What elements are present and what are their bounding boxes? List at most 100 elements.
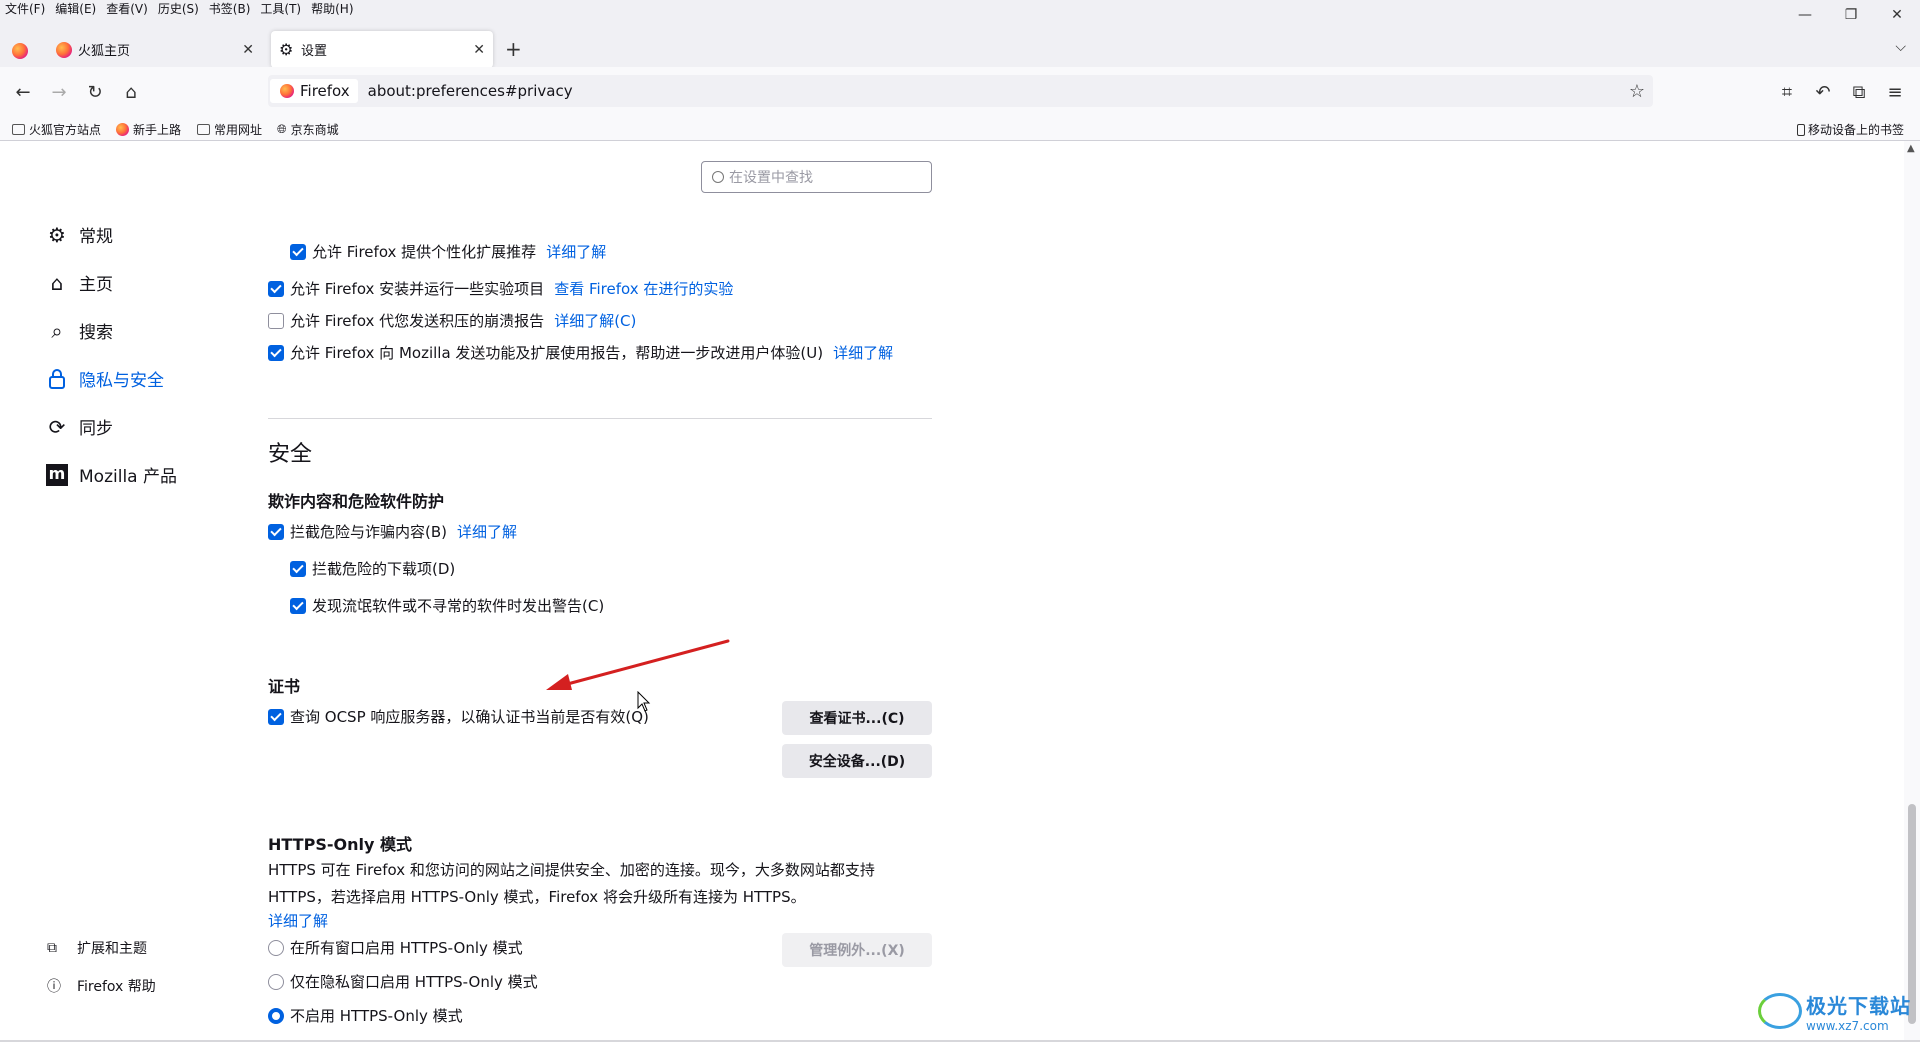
view-certificates-button[interactable]: 查看证书...(C) [782,701,932,735]
bookmark-label: 京东商城 [290,123,339,137]
category-home[interactable]: ⌂ 主页 [45,270,113,296]
minimize-icon[interactable]: — [1782,0,1828,30]
bookmark-label: 常用网址 [214,123,263,137]
radio-https-disabled[interactable]: 不启用 HTTPS-Only 模式 [268,1005,463,1026]
checkbox-crash-reports[interactable]: 允许 Firefox 代您发送积压的崩溃报告 详细了解(C) [268,310,636,331]
hamburger-menu-icon[interactable]: ≡ [1882,79,1908,105]
search-icon: ⌕ [51,318,63,343]
checkbox-block-dangerous[interactable]: 拦截危险与诈骗内容(B) 详细了解 [268,521,517,542]
footer-label: 扩展和主题 [77,941,147,957]
settings-search-input[interactable]: 在设置中查找 [701,161,932,193]
category-search[interactable]: ⌕ 搜索 [45,318,113,344]
footer-label: Firefox 帮助 [77,979,156,995]
firefox-help-link[interactable]: ⓘ Firefox 帮助 [47,976,156,996]
checkbox-block-downloads[interactable]: 拦截危险的下载项(D) [290,558,455,579]
extensions-icon[interactable]: ⧉ [1846,79,1872,105]
checkbox[interactable] [268,344,284,361]
navigation-bar: ← → ↻ ⌂ Firefox about:preferences#privac… [0,67,1920,117]
list-tabs-chevron-icon[interactable]: ⌵ [1895,39,1906,55]
learn-more-link[interactable]: 详细了解(C) [554,310,636,331]
checkbox-label: 允许 Firefox 代您发送积压的崩溃报告 [290,312,545,330]
menu-edit[interactable]: 编辑(E) [50,0,101,17]
checkbox[interactable] [268,708,284,725]
radio-label: 不启用 HTTPS-Only 模式 [290,1007,463,1025]
folder-icon [12,124,25,135]
view-studies-link[interactable]: 查看 Firefox 在进行的实验 [554,278,733,299]
radio-label: 仅在隐私窗口启用 HTTPS-Only 模式 [290,973,538,991]
checkbox-label: 允许 Firefox 安装并运行一些实验项目 [290,280,545,298]
bookmark-jd[interactable]: 🌐︎ 京东商城 [277,121,339,138]
category-privacy[interactable]: 隐私与安全 [45,366,164,391]
tab-firefox-home[interactable]: 火狐主页 ✕ [48,31,262,68]
scrollbar[interactable]: ▲ [1904,141,1920,1042]
radio[interactable] [268,939,284,956]
url-bar[interactable]: Firefox about:preferences#privacy ☆ [268,75,1653,107]
menu-history[interactable]: 历史(S) [153,0,204,17]
restore-icon[interactable]: ❐ [1828,0,1874,30]
bookmark-star-icon[interactable]: ☆ [1629,81,1645,102]
learn-more-link[interactable]: 详细了解 [546,241,606,262]
url-text[interactable]: about:preferences#privacy [368,82,573,100]
checkbox-studies[interactable]: 允许 Firefox 安装并运行一些实验项目 查看 Firefox 在进行的实验 [268,278,733,299]
tab-settings[interactable]: ⚙ 设置 ✕ [271,31,493,68]
close-tab-icon[interactable]: ✕ [242,42,254,58]
https-only-description: HTTPS 可在 Firefox 和您访问的网站之间提供安全、加密的连接。现今，… [268,857,908,911]
menu-bar: 文件(F) 编辑(E) 查看(V) 历史(S) 书签(B) 工具(T) 帮助(H… [0,0,1920,17]
learn-more-link[interactable]: 详细了解 [833,342,893,363]
https-learn-more-link[interactable]: 详细了解 [268,910,328,931]
category-general[interactable]: ⚙ 常规 [45,222,113,248]
new-tab-button[interactable]: + [505,37,522,61]
folder-icon [197,124,210,135]
identity-box[interactable]: Firefox [270,79,358,103]
forward-arrow-icon[interactable]: → [46,79,72,105]
checkbox-label: 拦截危险与诈骗内容(B) [290,523,447,541]
close-tab-icon[interactable]: ✕ [473,42,485,58]
sync-icon: ⟳ [48,414,66,439]
watermark: 极光下载站 www.xz7.com [1758,985,1920,1037]
checkbox[interactable] [290,597,306,614]
category-mozilla-products[interactable]: m Mozilla 产品 [45,462,177,487]
reload-icon[interactable]: ↻ [82,79,108,105]
menu-help[interactable]: 帮助(H) [306,0,358,17]
window-controls: — ❐ ✕ [1782,0,1920,30]
radio[interactable] [268,1007,284,1024]
security-title: 安全 [268,442,313,467]
checkbox-ocsp[interactable]: 查询 OCSP 响应服务器，以确认证书当前是否有效(Q) [268,706,649,727]
extensions-themes-link[interactable]: ⧉ 扩展和主题 [47,938,147,958]
menu-bookmarks[interactable]: 书签(B) [204,0,256,17]
checkbox[interactable] [268,280,284,297]
menu-tools[interactable]: 工具(T) [255,0,306,17]
radio-https-all-windows[interactable]: 在所有窗口启用 HTTPS-Only 模式 [268,937,523,958]
checkbox-telemetry[interactable]: 允许 Firefox 向 Mozilla 发送功能及扩展使用报告，帮助进一步改进… [268,342,893,363]
checkbox-label: 拦截危险的下载项(D) [312,560,456,578]
watermark-url: www.xz7.com [1806,1018,1889,1033]
bookmark-common-sites[interactable]: 常用网址 [197,121,262,138]
checkbox-extension-recommendations[interactable]: 允许 Firefox 提供个性化扩展推荐 详细了解 [290,241,606,262]
radio-https-private-only[interactable]: 仅在隐私窗口启用 HTTPS-Only 模式 [268,971,538,992]
bookmark-label: 新手上路 [133,123,182,137]
bookmark-firefox-site[interactable]: 火狐官方站点 [12,121,101,138]
bookmark-getting-started[interactable]: 新手上路 [116,121,181,138]
checkbox[interactable] [290,243,306,260]
close-window-icon[interactable]: ✕ [1874,0,1920,30]
checkbox[interactable] [268,523,284,540]
security-devices-button[interactable]: 安全设备...(D) [782,744,932,778]
mobile-bookmarks[interactable]: 移动设备上的书签 [1797,121,1904,138]
learn-more-link[interactable]: 详细了解 [457,521,517,542]
gear-icon: ⚙ [279,40,294,59]
menu-view[interactable]: 查看(V) [101,0,153,17]
checkbox[interactable] [290,560,306,577]
manage-exceptions-button[interactable]: 管理例外...(X) [782,933,932,967]
menu-file[interactable]: 文件(F) [0,0,50,17]
undo-icon[interactable]: ↶ [1810,79,1836,105]
checkbox[interactable] [268,312,284,329]
scroll-up-icon[interactable]: ▲ [1907,143,1915,154]
bookmark-label: 移动设备上的书签 [1808,123,1905,137]
home-icon[interactable]: ⌂ [118,79,144,105]
back-arrow-icon[interactable]: ← [10,79,36,105]
category-sync[interactable]: ⟳ 同步 [45,414,113,440]
screenshot-icon[interactable]: ⌗ [1774,79,1800,105]
checkbox-block-uncommon[interactable]: 发现流氓软件或不寻常的软件时发出警告(C) [290,595,604,616]
firefox-view-icon[interactable] [12,43,28,59]
radio[interactable] [268,973,284,990]
